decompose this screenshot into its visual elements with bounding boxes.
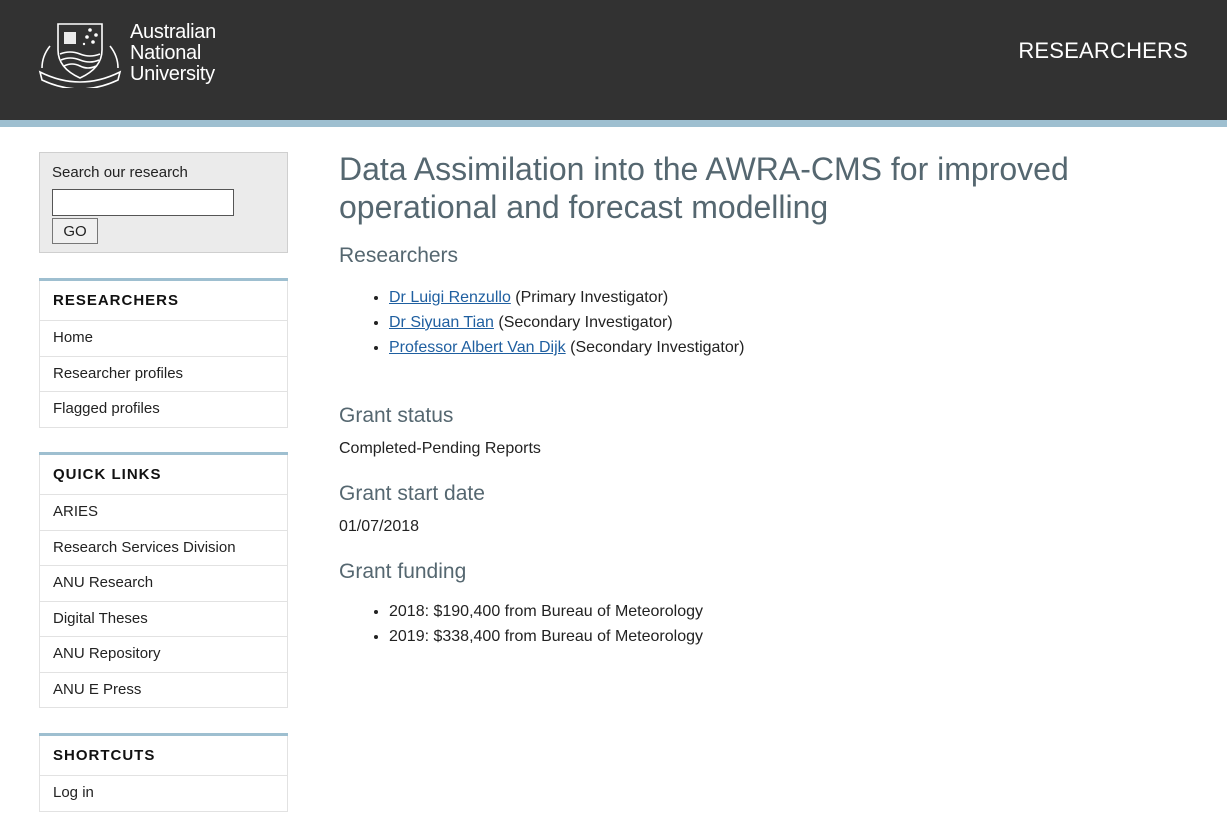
nav-item-aries[interactable]: ARIES [39,495,288,531]
logo-line: University [130,63,215,85]
nav-item-log-in[interactable]: Log in [39,776,288,812]
nav-block-shortcuts: SHORTCUTS Log in [39,733,288,812]
header-accent-rule [0,120,1227,127]
nav-item-anu-research[interactable]: ANU Research [39,566,288,602]
site-title-link[interactable]: RESEARCHERS [1018,38,1188,64]
researcher-link[interactable]: Professor Albert Van Dijk [389,339,566,356]
funding-list: 2018: $190,400 from Bureau of Meteorolog… [339,599,1199,649]
search-input[interactable] [52,189,234,216]
anu-crest-icon [38,23,122,88]
nav-item-researcher-profiles[interactable]: Researcher profiles [39,356,288,392]
researchers-heading: Researchers [339,244,459,267]
logo-line: Australian [130,21,216,43]
search-go-button[interactable]: GO [52,218,98,244]
grant-status-value: Completed-Pending Reports [339,440,541,457]
grant-start-value: 01/07/2018 [339,518,420,535]
site-header: Australian National University RESEARCHE… [0,0,1227,120]
nav-item-research-services-division[interactable]: Research Services Division [39,530,288,566]
researcher-role: (Secondary Investigator) [498,314,673,331]
page-title-line: Data Assimilation into the AWRA-CMS for … [339,151,1069,187]
anu-logo[interactable]: Australian National University [38,20,238,90]
main-content: Data Assimilation into the AWRA-CMS for … [339,150,1199,649]
nav-block-quick-links: QUICK LINKS ARIES Research Services Divi… [39,452,288,708]
nav-item-flagged-profiles[interactable]: Flagged profiles [39,392,288,428]
search-panel: Search our research GO [39,152,288,253]
funding-item: 2018: $190,400 from Bureau of Meteorolog… [389,599,1199,624]
search-label: Search our research [52,164,188,181]
logo-line: National [130,42,201,64]
researcher-item: Dr Luigi Renzullo (Primary Investigator) [389,285,1199,310]
funding-item: 2019: $338,400 from Bureau of Meteorolog… [389,624,1199,649]
nav-item-anu-e-press[interactable]: ANU E Press [39,672,288,708]
nav-item-anu-repository[interactable]: ANU Repository [39,637,288,673]
grant-status-heading: Grant status [339,404,454,427]
nav-item-home[interactable]: Home [39,321,288,357]
grant-start-heading: Grant start date [339,482,485,505]
researcher-role: (Secondary Investigator) [570,339,745,356]
nav-block-researchers: RESEARCHERS Home Researcher profiles Fla… [39,278,288,428]
grant-funding-heading: Grant funding [339,560,467,583]
nav-block-title: RESEARCHERS [39,281,288,321]
nav-block-title: SHORTCUTS [39,736,288,776]
researchers-list: Dr Luigi Renzullo (Primary Investigator)… [339,285,1199,360]
logo-wordmark: Australian National University [130,22,216,85]
researcher-role: (Primary Investigator) [515,289,669,306]
page-title-line: operational and forecast modelling [339,189,829,225]
nav-item-digital-theses[interactable]: Digital Theses [39,601,288,637]
researcher-link[interactable]: Dr Luigi Renzullo [389,289,511,306]
researcher-item: Professor Albert Van Dijk (Secondary Inv… [389,335,1199,360]
page-title: Data Assimilation into the AWRA-CMS for … [339,150,1199,226]
nav-block-title: QUICK LINKS [39,455,288,495]
researcher-item: Dr Siyuan Tian (Secondary Investigator) [389,310,1199,335]
researcher-link[interactable]: Dr Siyuan Tian [389,314,494,331]
